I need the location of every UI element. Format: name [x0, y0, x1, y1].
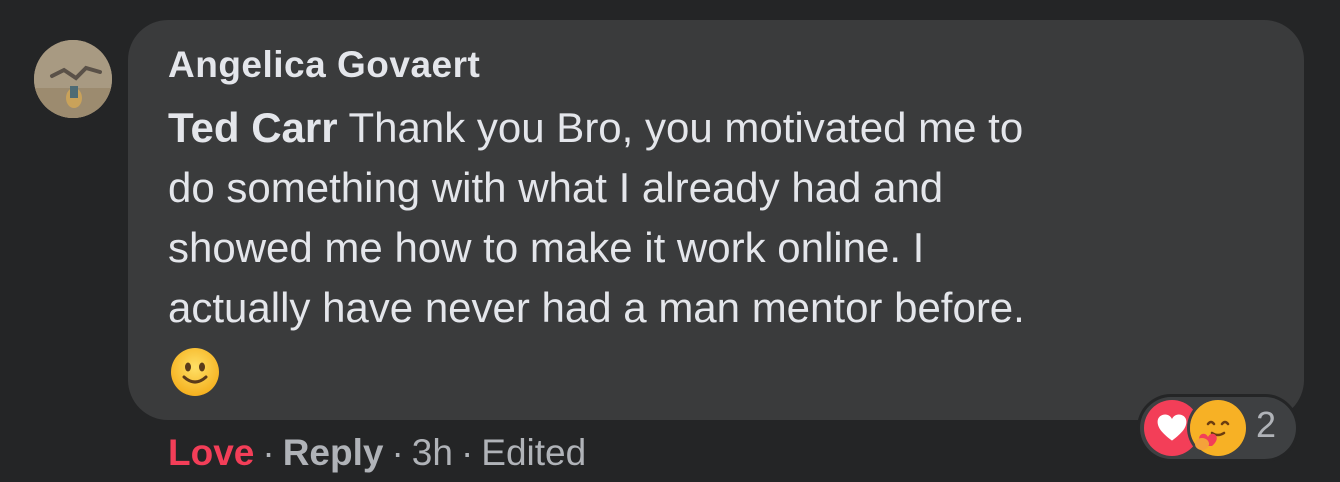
- avatar-image: [34, 40, 112, 118]
- care-reaction-icon: [1190, 400, 1246, 456]
- comment-line-1: Ted Carr Thank you Bro, you motivated me…: [168, 104, 1024, 151]
- reply-button[interactable]: Reply: [283, 432, 384, 473]
- separator-dot: ·: [391, 432, 404, 473]
- mention-link[interactable]: Ted Carr: [168, 104, 338, 151]
- comment-line-3: showed me how to make it work online. I: [168, 224, 925, 271]
- edited-label[interactable]: Edited: [481, 432, 586, 473]
- smiling-face-emoji-icon: [170, 347, 220, 397]
- comment-actions: Love · Reply · 3h · Edited: [168, 432, 586, 474]
- comment-line-2: do something with what I already had and: [168, 164, 944, 211]
- love-button[interactable]: Love: [168, 432, 254, 473]
- timestamp[interactable]: 3h: [412, 432, 453, 473]
- separator-dot: ·: [262, 432, 275, 473]
- comment-author-name[interactable]: Angelica Govaert: [168, 44, 480, 86]
- comment-line-4: actually have never had a man mentor bef…: [168, 284, 1025, 331]
- comment-body: Ted Carr Thank you Bro, you motivated me…: [168, 98, 1278, 338]
- comment-container: Angelica Govaert Ted Carr Thank you Bro,…: [0, 0, 1340, 482]
- avatar[interactable]: [34, 40, 112, 118]
- separator-dot: ·: [460, 432, 474, 473]
- reaction-count[interactable]: 2: [1256, 404, 1276, 446]
